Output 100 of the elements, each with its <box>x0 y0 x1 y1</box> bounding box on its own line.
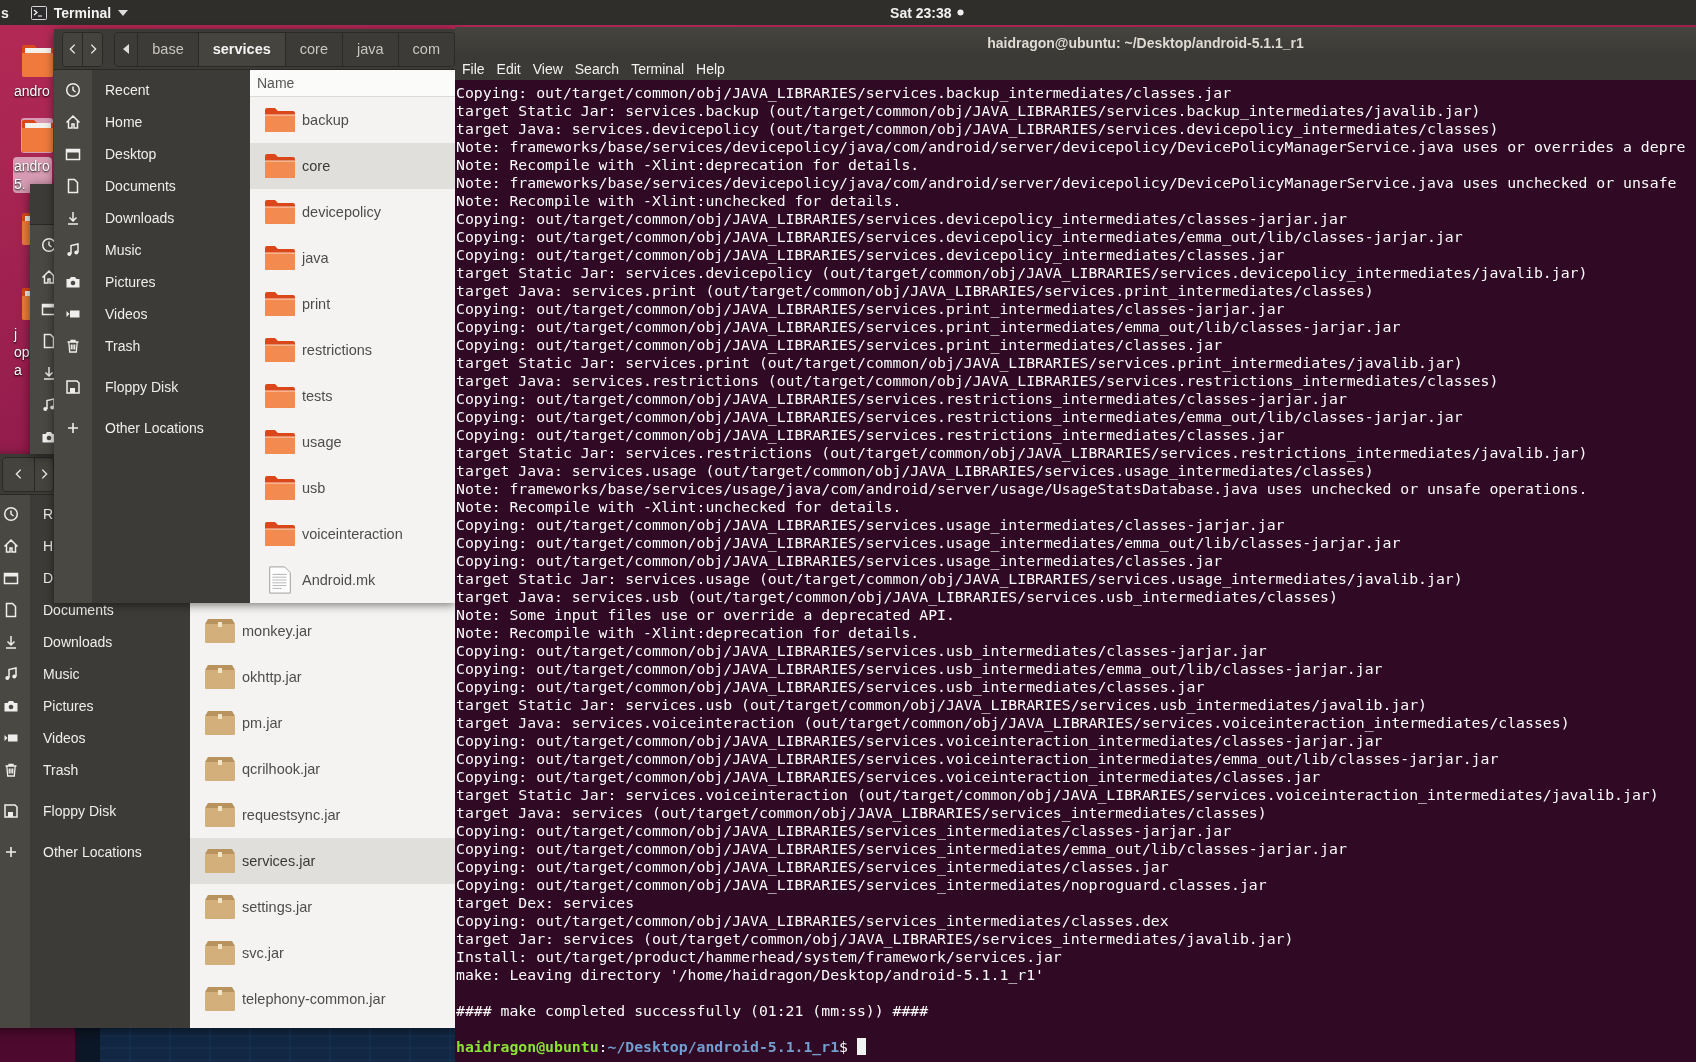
download-icon <box>41 365 57 381</box>
text-cursor <box>856 1038 866 1055</box>
sidebar-item[interactable]: Documents <box>0 602 114 618</box>
file-row[interactable]: backup <box>250 97 455 143</box>
sidebar-item[interactable]: Other Locations <box>0 844 142 860</box>
sidebar-item[interactable]: Desktop <box>54 146 157 162</box>
trash-icon <box>3 762 19 778</box>
file-row[interactable]: restrictions <box>250 327 455 373</box>
sidebar-item[interactable]: Downloads <box>0 634 113 650</box>
sidebar-item[interactable]: Home <box>54 114 143 130</box>
file-row[interactable]: pm.jar <box>190 700 455 746</box>
sidebar-item[interactable]: R <box>0 506 54 522</box>
package-icon <box>204 847 236 875</box>
menu-item[interactable]: View <box>526 61 569 77</box>
terminal-line: Copying: out/target/common/obj/JAVA_LIBRARIES/services_intermediates/classes.jar <box>456 858 1170 876</box>
sidebar-item[interactable]: Music <box>0 666 80 682</box>
file-row[interactable]: requestsync.jar <box>190 792 455 838</box>
file-row[interactable]: voiceinteraction <box>250 511 455 557</box>
file-row[interactable]: tests <box>250 373 455 419</box>
file-row[interactable]: usage <box>250 419 455 465</box>
terminal-line: Copying: out/target/common/obj/JAVA_LIBRARIES/services.voiceinteraction_intermediates/classes-jarjar.jar <box>456 732 1384 750</box>
sidebar-item[interactable]: D <box>0 570 54 586</box>
terminal-line: Note: Some input files use or override a deprecated API. <box>456 606 956 624</box>
sidebar-item[interactable]: Music <box>54 242 142 258</box>
file-row[interactable]: usb <box>250 465 455 511</box>
file-row[interactable]: Android.mk <box>250 557 455 603</box>
file-row[interactable]: services.jar <box>190 838 455 884</box>
column-header[interactable]: Name <box>250 70 455 97</box>
file-row[interactable]: core <box>250 143 455 189</box>
menu-item[interactable]: Edit <box>490 61 527 77</box>
sidebar-item[interactable]: Floppy Disk <box>0 803 117 819</box>
home-icon <box>3 538 19 554</box>
app-menu-button[interactable]: Terminal <box>26 4 133 21</box>
sidebar-item[interactable]: Trash <box>54 338 141 354</box>
desktop-icon-label: j op a <box>13 325 31 379</box>
sidebar-item[interactable]: Trash <box>0 762 79 778</box>
terminal-line: target Java: services.voiceinteraction (out/target/common/obj/JAVA_LIBRARIES/services.voiceinteraction_intermediates/classes) <box>456 714 1571 732</box>
menu-item[interactable]: Search <box>568 61 626 77</box>
terminal-line: Copying: out/target/common/obj/JAVA_LIBRARIES/services.usage_intermediates/classes-jarjar.jar <box>456 516 1286 534</box>
file-row[interactable]: svc.jar <box>190 930 455 976</box>
file-row[interactable]: settings.jar <box>190 884 455 930</box>
terminal-line: target Java: services.print (out/target/common/obj/JAVA_LIBRARIES/services.print_intermediates/classes) <box>456 282 1375 300</box>
terminal-line: Copying: out/target/common/obj/JAVA_LIBRARIES/services.usb_intermediates/classes.jar <box>456 678 1206 696</box>
menu-item[interactable]: Terminal <box>625 61 691 77</box>
camera-icon <box>41 429 57 445</box>
file-row[interactable]: okhttp.jar <box>190 654 455 700</box>
terminal-line: Copying: out/target/common/obj/JAVA_LIBRARIES/services.usb_intermediates/emma_out/lib/classes-jarjar.jar <box>456 660 1384 678</box>
sidebar-item[interactable]: Floppy Disk <box>54 379 179 395</box>
terminal-line: target Java: services.usb (out/target/common/obj/JAVA_LIBRARIES/services.usb_intermediates/classes) <box>456 588 1339 606</box>
sidebar-item[interactable]: Downloads <box>54 210 175 226</box>
terminal-line: target Static Jar: services.backup (out/target/common/obj/JAVA_LIBRARIES/services.backup_intermediates/javalib.jar) <box>456 102 1482 120</box>
sidebar-item[interactable]: Pictures <box>0 698 94 714</box>
terminal-line: target Java: services.devicepolicy (out/target/common/obj/JAVA_LIBRARIES/services.devicepolicy_intermediates/classes) <box>456 120 1500 138</box>
file-row[interactable]: java <box>250 235 455 281</box>
path-button[interactable]: services <box>197 32 285 66</box>
terminal-line: Note: Recompile with -Xlint:deprecation for details. <box>456 156 921 174</box>
sidebar-item[interactable]: Recent <box>54 82 150 98</box>
terminal-line: Note: Recompile with -Xlint:unchecked for details. <box>456 192 903 210</box>
clock-button[interactable]: Sat 23:38 <box>887 4 967 21</box>
file-row[interactable]: devicepolicy <box>250 189 455 235</box>
back-button[interactable] <box>63 32 83 66</box>
terminal-line: target Static Jar: services.voiceinteraction (out/target/common/obj/JAVA_LIBRARIES/services.voiceinteraction_intermediates/javalib.jar) <box>456 786 1660 804</box>
music-icon <box>65 242 81 258</box>
file-row[interactable]: print <box>250 281 455 327</box>
package-icon <box>204 893 236 921</box>
terminal-line: target Java: services.usage (out/target/common/obj/JAVA_LIBRARIES/services.usage_intermediates/classes) <box>456 462 1375 480</box>
menu-item[interactable]: Help <box>690 61 731 77</box>
sidebar-item[interactable]: Videos <box>54 306 148 322</box>
sidebar-item[interactable]: H <box>0 538 54 554</box>
forward-button[interactable] <box>82 32 103 66</box>
desktop-icon-label: andro <box>13 82 51 100</box>
terminal-line: Copying: out/target/common/obj/JAVA_LIBRARIES/services.print_intermediates/classes.jar <box>456 336 1224 354</box>
prompt-line: haidragon@ubuntu:~/Desktop/android-5.1.1_r1$ <box>456 1038 1696 1056</box>
sidebar-item[interactable]: Pictures <box>54 274 156 290</box>
terminal-line: target Jar: services (out/target/common/obj/JAVA_LIBRARIES/services_intermediates/javalib.jar) <box>456 930 1295 948</box>
sidebar-item[interactable]: Documents <box>54 178 176 194</box>
terminal-icon <box>30 5 47 20</box>
sidebar-item[interactable]: Videos <box>0 730 86 746</box>
terminal-line: Copying: out/target/common/obj/JAVA_LIBRARIES/services.backup_intermediates/classes.jar <box>456 84 1233 102</box>
terminal-line: Copying: out/target/common/obj/JAVA_LIBRARIES/services.restrictions_intermediates/classes.jar <box>456 426 1286 444</box>
terminal-line: Copying: out/target/common/obj/JAVA_LIBRARIES/services.restrictions_intermediates/classes-jarjar.jar <box>456 390 1348 408</box>
terminal-line: Copying: out/target/common/obj/JAVA_LIBRARIES/services.print_intermediates/emma_out/lib/classes-jarjar.jar <box>456 318 1402 336</box>
activities-button[interactable]: s <box>1 4 9 21</box>
forward-button[interactable] <box>34 457 53 491</box>
menu-item[interactable]: File <box>456 61 491 77</box>
document-icon <box>41 333 57 349</box>
path-button[interactable]: com <box>397 32 454 66</box>
file-row[interactable]: telephony-common.jar <box>190 976 455 1022</box>
terminal-line: Copying: out/target/common/obj/JAVA_LIBRARIES/services_intermediates/classes.dex <box>456 912 1170 930</box>
file-row[interactable]: qcrilhook.jar <box>190 746 455 792</box>
file-row[interactable]: monkey.jar <box>190 608 455 654</box>
terminal-line: Copying: out/target/common/obj/JAVA_LIBRARIES/services.print_intermediates/classes-jarjar.jar <box>456 300 1286 318</box>
caret-icon <box>118 9 129 16</box>
terminal-line: target Static Jar: services.restrictions (out/target/common/obj/JAVA_LIBRARIES/services.restrictions_intermediates/javalib.jar) <box>456 444 1589 462</box>
terminal-line: target Static Jar: services.devicepolicy (out/target/common/obj/JAVA_LIBRARIES/services.devicepolicy_intermediates/javalib.jar) <box>456 264 1589 282</box>
window-title: haidragon@ubuntu: ~/Desktop/android-5.1.1_r1 <box>987 34 1304 51</box>
sidebar-item[interactable]: Other Locations <box>54 420 204 436</box>
clock-icon <box>41 237 57 253</box>
package-icon <box>204 985 236 1013</box>
trash-icon <box>65 338 81 354</box>
